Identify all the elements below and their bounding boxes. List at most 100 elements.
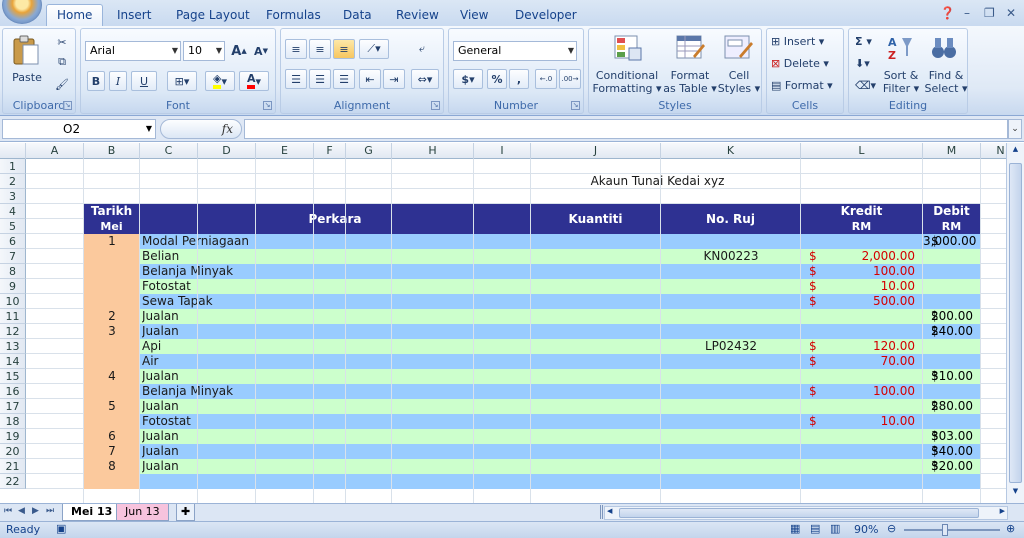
entry-kredit[interactable]: 100.00 [801,384,915,399]
formula-input[interactable] [244,119,1008,139]
tab-view[interactable]: View [460,6,488,26]
font-launcher-icon[interactable]: ↘ [263,101,272,110]
autosum-button[interactable]: Σ ▾ [855,35,872,48]
row-header[interactable]: 19 [0,429,26,444]
date-cell[interactable] [84,384,140,399]
minimize-icon[interactable]: – [964,6,970,20]
column-header[interactable]: M [923,143,981,159]
row-header[interactable]: 6 [0,234,26,249]
normal-view-icon[interactable]: ▦ [790,522,800,535]
entry-kredit[interactable]: 2,000.00 [801,249,915,264]
shrink-font-icon[interactable]: A ▼ [251,41,271,61]
insert-sheet-icon[interactable]: ✚ [176,504,196,521]
scroll-up-icon[interactable]: ▲ [1009,145,1022,157]
decrease-indent-icon[interactable]: ⇤ [359,69,381,89]
fill-color-icon[interactable]: ◈ ▾ [205,71,235,91]
date-cell[interactable] [84,279,140,294]
office-button[interactable] [2,0,42,24]
entry-perkara[interactable]: Modal Perniagaan [142,234,529,249]
comma-style-button[interactable]: , [509,69,529,89]
italic-button[interactable]: I [109,71,127,91]
format-as-table-icon[interactable] [673,33,707,63]
scroll-left-icon[interactable]: ◀ [607,507,612,515]
macro-record-icon[interactable]: ▣ [56,522,66,535]
row-header[interactable]: 11 [0,309,26,324]
entry-tarikh[interactable]: 8 [84,459,140,474]
page-break-view-icon[interactable]: ▥ [830,522,840,535]
worksheet-grid[interactable]: ABCDEFGHIJKLMNO 123456789101112131415161… [0,143,1006,503]
bold-button[interactable]: B [87,71,105,91]
row-header[interactable]: 12 [0,324,26,339]
entry-perkara[interactable]: Api [142,339,529,354]
cell-styles-icon[interactable] [721,33,755,63]
tab-formulas[interactable]: Formulas [266,6,321,26]
increase-indent-icon[interactable]: ⇥ [383,69,405,89]
entry-kredit[interactable]: 10.00 [801,279,915,294]
scroll-down-icon[interactable]: ▼ [1009,487,1022,499]
header-debit[interactable]: Debit RM [923,204,981,234]
tab-home[interactable]: Home [46,4,104,26]
close-icon[interactable]: ✕ [1006,6,1016,20]
select-all-corner[interactable] [0,143,26,159]
row-header[interactable]: 13 [0,339,26,354]
column-header[interactable]: I [474,143,531,159]
currency-format-button[interactable]: $ ▾ [453,69,483,89]
entry-perkara[interactable]: Fotostat [142,414,529,429]
tab-insert[interactable]: Insert [117,6,151,26]
expand-formula-bar-icon[interactable]: ⌄ [1008,119,1022,139]
sort-filter-icon[interactable]: AZ [885,33,915,63]
tab-developer[interactable]: Developer [515,6,577,26]
find-select-button[interactable]: Find & Select ▾ [923,69,969,95]
decrease-decimal-icon[interactable]: .00→ [559,69,581,89]
entry-debit[interactable]: 200.00 [923,309,973,324]
zoom-level[interactable]: 90% [854,523,878,536]
entry-kredit[interactable]: 100.00 [801,264,915,279]
tab-split-handle[interactable] [600,505,603,519]
entry-no-ruj[interactable]: KN00223 [661,249,801,264]
sheet-title[interactable]: Akaun Tunai Kedai xyz [494,174,821,189]
header-kredit[interactable]: Kredit RM [801,204,923,234]
vertical-scrollbar[interactable]: ▲ ▼ [1006,143,1024,503]
copy-icon[interactable]: ⧉ [53,53,71,71]
column-header[interactable]: E [256,143,314,159]
next-sheet-icon[interactable]: ▶ [32,506,39,516]
format-cells-button[interactable]: ▤ Format ▾ [771,79,833,92]
entry-kredit[interactable]: 70.00 [801,354,915,369]
row-header[interactable]: 21 [0,459,26,474]
entry-perkara[interactable]: Jualan [142,459,529,474]
align-right-icon[interactable]: ☰ [333,69,355,89]
date-cell[interactable] [84,339,140,354]
entry-kredit[interactable]: 120.00 [801,339,915,354]
font-name-combo[interactable]: Arial ▼ [85,41,181,61]
date-cell[interactable] [84,249,140,264]
tab-review[interactable]: Review [396,6,439,26]
header-tarikh[interactable]: Tarikh Mei [84,204,140,234]
column-header[interactable]: N [981,143,1006,159]
row-header[interactable]: 4 [0,204,26,219]
entry-perkara[interactable]: Jualan [142,309,529,324]
date-cell[interactable] [84,354,140,369]
sort-filter-button[interactable]: Sort & Filter ▾ [879,69,923,95]
column-header[interactable]: J [531,143,661,159]
borders-icon[interactable]: ⊞▾ [167,71,197,91]
font-size-combo[interactable]: 10 ▼ [183,41,225,61]
entry-perkara[interactable]: Belanja Minyak [142,384,529,399]
row-header[interactable]: 17 [0,399,26,414]
format-as-table-button[interactable]: Format as Table ▾ [663,69,717,95]
row-header[interactable]: 1 [0,159,26,174]
row-header[interactable]: 2 [0,174,26,189]
row-header[interactable]: 16 [0,384,26,399]
entry-perkara[interactable]: Jualan [142,444,529,459]
column-header[interactable]: C [140,143,198,159]
binoculars-icon[interactable] [929,33,959,63]
cut-icon[interactable]: ✂ [53,33,71,51]
entry-perkara[interactable]: Belian [142,249,529,264]
header-kuantiti[interactable]: Kuantiti [531,204,661,234]
zoom-in-icon[interactable]: ⊕ [1006,522,1015,535]
entry-debit[interactable]: 310.00 [923,369,973,384]
last-sheet-icon[interactable]: ⏭ [46,506,54,516]
column-header[interactable]: A [26,143,84,159]
entry-debit[interactable]: 303.00 [923,429,973,444]
date-cell[interactable] [84,474,140,489]
date-cell[interactable] [84,414,140,429]
